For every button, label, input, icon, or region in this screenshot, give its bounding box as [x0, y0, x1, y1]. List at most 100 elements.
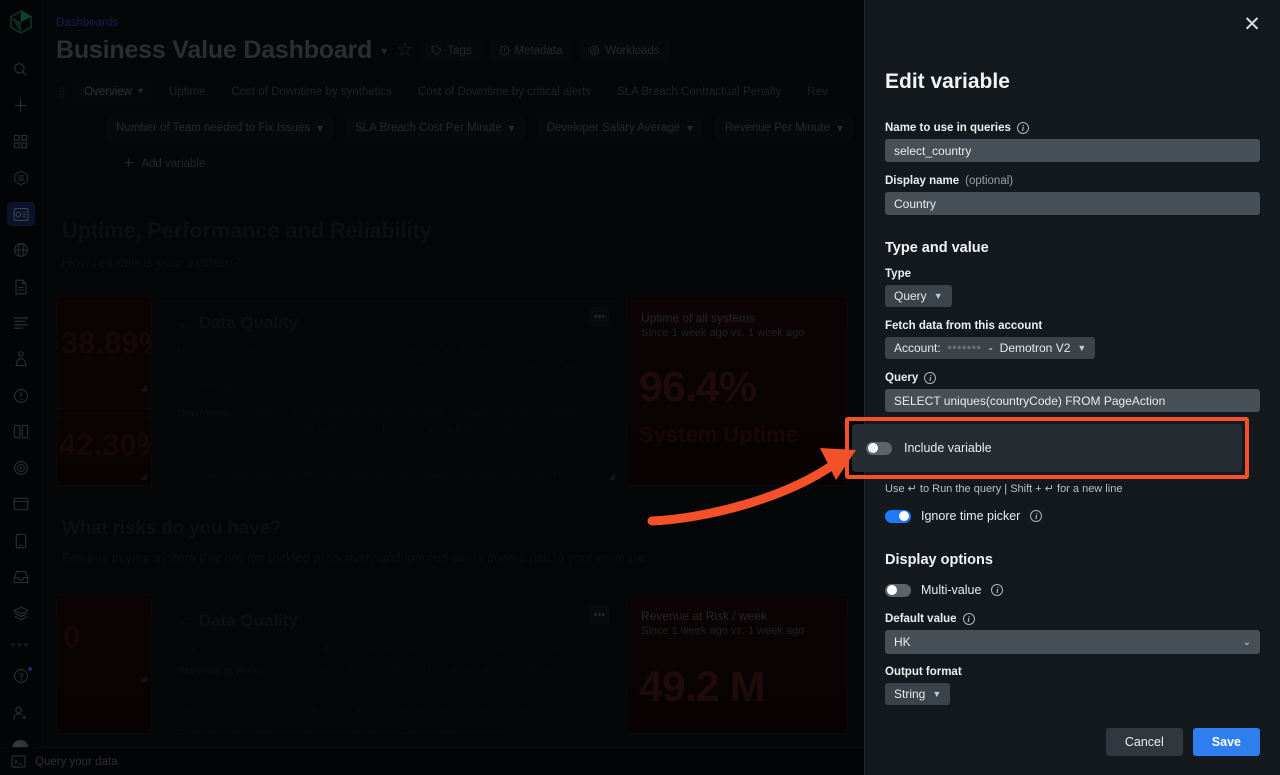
card-paragraph: Revenue impact estimates are generated u… — [177, 467, 601, 486]
tab-uptime[interactable]: Uptime — [156, 78, 218, 105]
ellipsis-icon[interactable]: ••• — [590, 605, 609, 624]
inbox-icon[interactable] — [7, 565, 35, 589]
save-button[interactable]: Save — [1193, 728, 1260, 756]
kpi-card[interactable]: 42.30% ◢ — [56, 408, 152, 486]
query-label: Query i — [885, 372, 1260, 384]
variable-pill[interactable]: Number of Team needed to Fix Issues▾ — [106, 116, 333, 141]
tile-subtitle: Since 1 week ago vs. 1 week ago — [641, 327, 847, 339]
display-name-input[interactable] — [885, 192, 1260, 215]
account-select[interactable]: Account: ••••••• - Demotron V2 ▼ — [885, 337, 1095, 359]
info-icon[interactable]: i — [1030, 510, 1042, 522]
plus-icon[interactable] — [7, 93, 35, 117]
arrow-left-icon[interactable]: ← — [177, 611, 194, 630]
mobile-columns-icon[interactable] — [7, 420, 35, 444]
search-icon[interactable] — [7, 57, 35, 81]
resize-grip[interactable]: ◢ — [140, 673, 147, 730]
account-label: Fetch data from this account — [885, 320, 1260, 332]
tags-button[interactable]: Tags — [422, 39, 480, 62]
tab-revenue[interactable]: Rev — [794, 78, 840, 105]
query-input[interactable] — [885, 389, 1260, 412]
new-relic-logo[interactable] — [10, 10, 32, 39]
ellipsis-icon[interactable]: ••• — [590, 307, 609, 326]
help-circle-icon[interactable] — [7, 664, 35, 688]
display-name-label: Display name (optional) — [885, 175, 1260, 187]
include-variable-toggle[interactable] — [866, 442, 892, 455]
sidebar-item-dashboards[interactable] — [7, 202, 35, 226]
info-icon[interactable]: i — [963, 613, 975, 625]
metadata-label: Metadata — [515, 45, 563, 57]
breadcrumb[interactable]: Dashboards — [56, 17, 118, 29]
tab-label: Cost of Downtime by critical alerts — [418, 86, 591, 98]
close-icon[interactable]: ✕ — [1239, 11, 1265, 37]
resize-grip[interactable]: ◢ — [140, 471, 147, 482]
default-value-select[interactable]: HK ⌄ — [885, 630, 1260, 654]
add-user-icon[interactable] — [7, 701, 35, 725]
star-outline-icon[interactable]: ☆ — [396, 41, 413, 60]
name-input[interactable] — [885, 139, 1260, 162]
paragraph-lead: Downtime — [177, 407, 227, 419]
resize-grip[interactable]: ◢ — [608, 471, 615, 482]
drag-grip-icon[interactable]: ⣿ — [58, 86, 65, 99]
tab-cost-downtime-critical-alerts[interactable]: Cost of Downtime by critical alerts — [405, 78, 604, 105]
chevron-down-icon: ⌄ — [1243, 637, 1251, 648]
chevron-down-icon: ▾ — [317, 121, 323, 135]
more-dots-icon[interactable]: ••• — [11, 637, 31, 652]
tab-label: SLA Breach Contractual Penalty — [617, 86, 781, 98]
workloads-button[interactable]: Workloads — [580, 39, 668, 62]
document-icon[interactable] — [7, 275, 35, 299]
card-title: ← Data Quality — [177, 313, 601, 333]
account-redacted: ••••••• — [948, 342, 982, 354]
hexagon-list-icon[interactable] — [7, 166, 35, 190]
apps-grid-icon[interactable] — [7, 130, 35, 154]
variable-pill[interactable]: SLA Breach Cost Per Minute▾ — [345, 116, 524, 141]
chevron-down-icon[interactable]: ▾ — [381, 44, 387, 58]
tile-title: Revenue at Risk / week — [641, 609, 847, 623]
tags-label: Tags — [447, 45, 471, 57]
chevron-down-icon: ▾ — [687, 121, 693, 135]
tile-title: Uptime of all systems — [641, 311, 847, 325]
display-name-field-group: Display name (optional) — [885, 175, 1260, 215]
info-icon[interactable]: i — [991, 584, 1003, 596]
tab-sla-breach-penalty[interactable]: SLA Breach Contractual Penalty — [604, 78, 794, 105]
target-circle-icon[interactable] — [7, 456, 35, 480]
uptime-tile[interactable]: Uptime of all systems Since 1 week ago v… — [626, 296, 848, 486]
tab-overview[interactable]: Overview ▾ — [71, 78, 156, 105]
revenue-at-risk-tile[interactable]: Revenue at Risk / week Since 1 week ago … — [626, 594, 848, 734]
include-variable-popover[interactable]: Include variable — [852, 424, 1242, 472]
name-field-label: Name to use in queries i — [885, 122, 1260, 134]
variable-pill-label: Revenue Per Minute — [725, 122, 830, 134]
type-select[interactable]: Query ▼ — [885, 285, 952, 307]
output-format-select[interactable]: String ▼ — [885, 683, 950, 705]
tile-value: 49.2 M — [639, 663, 764, 712]
logs-list-icon[interactable] — [7, 311, 35, 335]
kpi-card[interactable]: 0 ◢ — [56, 594, 152, 734]
globe-icon[interactable] — [7, 238, 35, 262]
chevron-down-icon[interactable]: ▾ — [138, 86, 143, 97]
query-field-group: Query i — [885, 372, 1260, 412]
data-quality-card[interactable]: ← Data Quality Uptime and Performance me… — [158, 296, 620, 486]
label-text: Display name — [885, 175, 959, 187]
arrow-left-icon[interactable]: ← — [177, 313, 194, 332]
account-value: Demotron V2 — [1000, 341, 1071, 355]
query-your-data-label: Query your data — [35, 756, 117, 768]
tab-cost-downtime-synthetics[interactable]: Cost of Downtime by synthetics — [218, 78, 404, 105]
variable-pill[interactable]: Revenue Per Minute▾ — [715, 116, 853, 141]
cancel-button[interactable]: Cancel — [1106, 728, 1183, 756]
info-icon[interactable]: i — [1017, 122, 1029, 134]
data-quality-card-2[interactable]: ← Data Quality Risk figures on this sect… — [158, 594, 620, 734]
stack-layers-icon[interactable] — [7, 601, 35, 625]
metadata-button[interactable]: Metadata — [490, 39, 572, 62]
browser-window-icon[interactable] — [7, 492, 35, 516]
info-icon[interactable]: i — [924, 372, 936, 384]
tab-label: Overview — [84, 86, 132, 98]
output-format-group: Output format String ▼ — [885, 666, 1260, 705]
output-format-label: Output format — [885, 666, 1260, 678]
synthetics-robot-icon[interactable] — [7, 347, 35, 371]
multi-value-toggle[interactable] — [885, 584, 911, 597]
ignore-time-picker-toggle[interactable] — [885, 510, 911, 523]
variable-pill[interactable]: Developer Salary Average▾ — [537, 116, 703, 141]
add-variable-button[interactable]: + Add variable — [124, 156, 205, 172]
mobile-device-icon[interactable] — [7, 528, 35, 552]
alert-circle-icon[interactable] — [7, 383, 35, 407]
card-paragraph: Configure alert policies to improve cove… — [177, 725, 601, 734]
